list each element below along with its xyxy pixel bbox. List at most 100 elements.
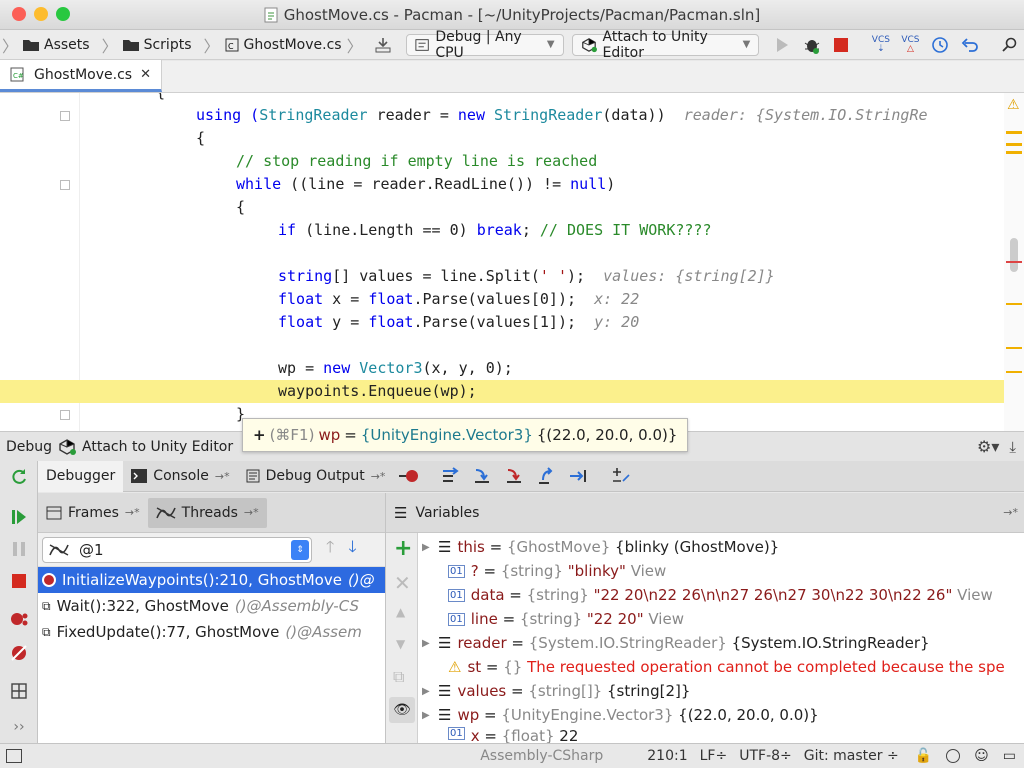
marker-stripe[interactable]	[1006, 371, 1022, 373]
warning-icon[interactable]: ⚠	[1007, 97, 1020, 113]
status-encoding[interactable]: UTF-8÷	[739, 748, 792, 764]
history-icon[interactable]	[929, 34, 951, 56]
chevron-down-icon: ▼	[546, 39, 555, 50]
unity-icon	[581, 37, 597, 52]
hide-panel-icon[interactable]: ⤓	[1009, 438, 1016, 456]
duplicate-icon[interactable]: ⧉	[393, 667, 404, 687]
close-tab-icon[interactable]: ✕	[140, 67, 151, 82]
primitive-icon: 01	[448, 564, 465, 578]
value-tooltip: + (⌘F1) wp = {UnityEngine.Vector3} {(22.…	[242, 418, 689, 452]
scroll-thumb[interactable]	[1010, 238, 1018, 272]
force-step-into-icon[interactable]	[503, 465, 527, 487]
marker-stripe[interactable]	[1006, 261, 1022, 263]
move-down-icon[interactable]: ▼	[396, 637, 405, 651]
more-icon[interactable]: ››	[9, 717, 29, 737]
variable-row-reader[interactable]: ▶ ☰ reader = {System.IO.StringReader} {S…	[422, 631, 930, 655]
chevron-right-icon: 〉	[203, 36, 220, 56]
run-to-cursor-icon[interactable]	[567, 465, 591, 487]
toggle-tool-windows-icon[interactable]	[6, 749, 22, 763]
step-out-icon[interactable]	[535, 465, 559, 487]
fold-marker-icon[interactable]	[60, 111, 70, 121]
status-line-ending[interactable]: LF÷	[700, 748, 728, 764]
variable-row-q[interactable]: 01 ? = {string} "blinky" View	[448, 559, 666, 583]
frame-item[interactable]: ⧉ Wait():322, GhostMove ()@Assembly-CS	[38, 593, 385, 619]
inspector-icon[interactable]: ☺	[974, 748, 989, 764]
frame-item[interactable]: InitializeWaypoints():210, GhostMove ()@	[38, 567, 385, 593]
code-line: string[] values = line.Split(' '); value…	[278, 267, 775, 285]
expand-arrow-icon[interactable]: ▶	[422, 638, 432, 649]
tab-threads[interactable]: Threads →*	[147, 497, 267, 528]
object-icon: ☰	[438, 682, 452, 700]
arrow-up-icon[interactable]: 🡑	[326, 536, 334, 563]
zoom-window-button[interactable]	[56, 7, 70, 21]
rerun-icon[interactable]	[9, 467, 29, 487]
notifications-icon[interactable]: ▭	[1003, 748, 1016, 764]
lock-icon[interactable]: 🔓	[915, 748, 932, 764]
tab-debugger[interactable]: Debugger	[38, 460, 124, 492]
breadcrumb-assets[interactable]: 〉 Assets	[0, 33, 96, 57]
breadcrumb-file[interactable]: 〉 C GhostMove.cs 〉	[198, 33, 369, 57]
expand-arrow-icon[interactable]: ▶	[422, 686, 432, 697]
marker-stripe[interactable]	[1006, 303, 1022, 305]
csharp-file-icon: C	[225, 38, 239, 51]
circle-icon[interactable]	[946, 749, 961, 763]
debug-bug-icon[interactable]	[801, 34, 823, 56]
view-breakpoints-icon[interactable]	[9, 609, 29, 629]
close-window-button[interactable]	[12, 7, 26, 21]
marker-stripe[interactable]	[1006, 131, 1022, 134]
run-configuration-select[interactable]: Attach to Unity Editor ▼	[571, 29, 760, 61]
stop-icon[interactable]	[9, 571, 29, 591]
undo-icon[interactable]	[959, 34, 981, 56]
show-execution-point-icon[interactable]	[397, 465, 421, 487]
step-over-icon[interactable]	[439, 465, 463, 487]
vcs-commit-icon[interactable]: VCS △	[900, 34, 922, 56]
watches-icon[interactable]: 👁	[389, 697, 415, 723]
add-watch-icon[interactable]: +	[394, 538, 412, 560]
status-git-branch[interactable]: Git: master ÷	[804, 748, 899, 764]
marker-stripe[interactable]	[1006, 143, 1022, 146]
arrow-down-icon[interactable]: 🡓	[348, 536, 356, 563]
variable-row-st[interactable]: ⚠ st = {} The requested operation cannot…	[448, 655, 1005, 679]
thread-select[interactable]: @1 ⇕	[42, 536, 312, 563]
tab-ghostmove[interactable]: C# GhostMove.cs ✕	[0, 60, 162, 92]
expand-icon[interactable]: +	[253, 426, 266, 444]
marker-stripe[interactable]	[1006, 151, 1022, 154]
variable-row-x[interactable]: 01 x = {float} 22	[448, 727, 578, 743]
variable-row-this[interactable]: ▶ ☰ this = {GhostMove} {blinky (GhostMov…	[422, 535, 779, 559]
status-position[interactable]: 210:1	[647, 748, 687, 764]
variable-row-line[interactable]: 01 line = {string} "22 20" View	[448, 607, 684, 631]
tab-frames[interactable]: Frames →*	[38, 493, 148, 533]
step-into-icon[interactable]	[471, 465, 495, 487]
code-editor[interactable]: { using (StringReader reader = new Strin…	[0, 93, 1024, 431]
tab-console[interactable]: Console →*	[123, 461, 237, 492]
expand-arrow-icon[interactable]: ▶	[422, 710, 432, 721]
frame-item[interactable]: ⧉ FixedUpdate():77, GhostMove ()@Assem	[38, 619, 385, 645]
unity-icon	[59, 438, 77, 455]
stop-icon[interactable]	[831, 34, 853, 56]
marker-stripe[interactable]	[1006, 347, 1022, 349]
tab-debug-output[interactable]: Debug Output →*	[238, 461, 394, 492]
move-up-icon[interactable]: ▲	[396, 605, 405, 619]
variable-row-data[interactable]: 01 data = {string} "22 20\n22 26\n\n27 2…	[448, 583, 993, 607]
configuration-select[interactable]: Debug | Any CPU ▼	[406, 29, 564, 61]
remove-watch-icon[interactable]: ✕	[394, 571, 411, 595]
status-assembly[interactable]: Assembly-CSharp	[480, 748, 603, 764]
gear-icon[interactable]: ⚙▾	[977, 437, 999, 456]
vcs-update-icon[interactable]: VCS ⇣	[870, 34, 892, 56]
pause-icon[interactable]	[9, 539, 29, 559]
resume-icon[interactable]	[9, 507, 29, 527]
evaluate-icon[interactable]	[609, 465, 633, 487]
breadcrumb-scripts[interactable]: 〉 Scripts	[96, 33, 198, 57]
minimize-window-button[interactable]	[34, 7, 48, 21]
run-icon[interactable]	[771, 34, 793, 56]
variable-row-wp[interactable]: ▶ ☰ wp = {UnityEngine.Vector3} {(22.0, 2…	[422, 703, 819, 727]
variable-row-values[interactable]: ▶ ☰ values = {string[]} {string[2]}	[422, 679, 690, 703]
expand-arrow-icon[interactable]: ▶	[422, 542, 432, 553]
mute-breakpoints-icon[interactable]	[9, 643, 29, 663]
build-icon[interactable]	[373, 34, 395, 56]
svg-text:C: C	[228, 42, 234, 51]
layout-icon[interactable]	[9, 681, 29, 701]
fold-marker-icon[interactable]	[60, 180, 70, 190]
fold-marker-icon[interactable]	[60, 410, 70, 420]
search-icon[interactable]	[998, 34, 1020, 56]
